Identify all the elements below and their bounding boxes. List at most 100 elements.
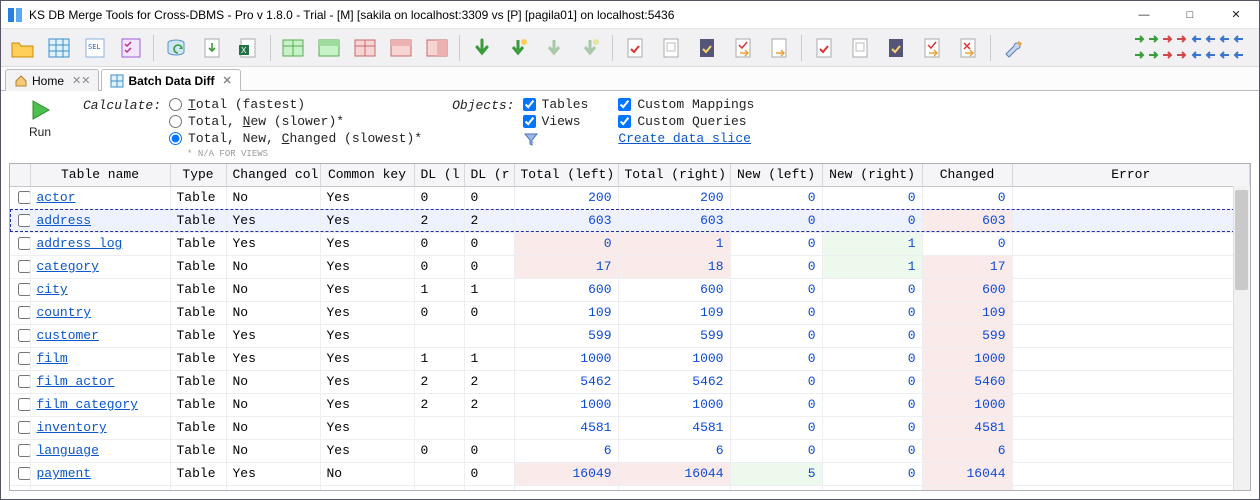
maximize-button[interactable]: □ [1167,1,1213,29]
arrow-cluster-icon[interactable] [1203,48,1217,62]
row-name-link[interactable]: address_log [30,232,170,255]
arrow-cluster-icon[interactable] [1231,32,1245,46]
checklist-icon[interactable] [115,32,147,64]
doc-check-icon[interactable] [619,32,651,64]
row-name-link[interactable]: city [30,278,170,301]
tab-home[interactable]: Home ✕✕ [5,69,99,91]
table-row[interactable]: customerTableYesYes59959900599 [10,324,1250,347]
row-name-link[interactable]: country [30,301,170,324]
row-checkbox[interactable] [10,255,30,278]
arrow-cluster-icon[interactable] [1161,32,1175,46]
arrow-cluster-icon[interactable] [1133,32,1147,46]
arrow-cluster-icon[interactable] [1133,48,1147,62]
col-error[interactable]: Error [1012,164,1250,186]
tables-icon[interactable] [43,32,75,64]
table-row[interactable]: film_actorTableNoYes2254625462005460 [10,370,1250,393]
row-checkbox[interactable] [10,324,30,347]
table-row[interactable]: categoryTableNoYes0017180117 [10,255,1250,278]
row-name-link[interactable]: actor [30,186,170,209]
arrow-down-gray-icon[interactable] [538,32,570,64]
filter-icon[interactable] [523,131,539,147]
arrow-cluster-icon[interactable] [1175,48,1189,62]
doc-blank-right-icon[interactable] [763,32,795,64]
db-refresh-icon[interactable] [160,32,192,64]
radio-total-new-changed[interactable]: Total, New, Changed (slowest)* [169,131,422,146]
row-name-link[interactable]: customer [30,324,170,347]
chk-custom-queries[interactable]: Custom Queries [618,114,754,129]
radio-total[interactable]: Total (fastest) [169,97,422,112]
doc-check-right-b-icon[interactable] [916,32,948,64]
row-checkbox[interactable] [10,347,30,370]
tab-pin-icon[interactable]: ✕✕ [72,74,90,87]
table-row[interactable]: actorTableNoYes00200200000 [10,186,1250,209]
col-dlr[interactable]: DL (r [464,164,514,186]
grid-red3-icon[interactable] [421,32,453,64]
sql-script-icon[interactable]: SEL [79,32,111,64]
grid-red2-icon[interactable] [385,32,417,64]
arrow-cluster-icon[interactable] [1189,32,1203,46]
col-dll[interactable]: DL (l [414,164,464,186]
row-name-link[interactable]: film_category [30,393,170,416]
col-changed-col[interactable]: Changed col [226,164,320,186]
col-total-left[interactable]: Total (left) [514,164,618,186]
tab-batch-diff[interactable]: Batch Data Diff ✕ [101,69,240,91]
export-doc-icon[interactable] [196,32,228,64]
row-name-link[interactable]: address [30,209,170,232]
row-name-link[interactable]: inventory [30,416,170,439]
open-folder-icon[interactable] [7,32,39,64]
table-row[interactable]: inventoryTableNoYes45814581004581 [10,416,1250,439]
chk-views[interactable]: Views [523,114,589,129]
table-row[interactable]: addressTableYesYes2260360300603 [10,209,1250,232]
row-checkbox[interactable] [10,232,30,255]
doc-blank-b-icon[interactable] [844,32,876,64]
doc-check-dark-b-icon[interactable] [880,32,912,64]
col-changed[interactable]: Changed [922,164,1012,186]
arrow-cluster-icon[interactable] [1175,32,1189,46]
row-name-link[interactable]: rental [30,485,170,491]
table-row[interactable]: cityTableNoYes1160060000600 [10,278,1250,301]
arrow-cluster-icon[interactable] [1203,32,1217,46]
row-checkbox[interactable] [10,439,30,462]
doc-check-dark-icon[interactable] [691,32,723,64]
row-checkbox[interactable] [10,393,30,416]
row-checkbox[interactable] [10,301,30,324]
arrow-down-gray2-icon[interactable] [574,32,606,64]
arrow-down-green2-icon[interactable] [502,32,534,64]
tab-close-icon[interactable]: ✕ [222,74,231,87]
table-row[interactable]: countryTableNoYes0010910900109 [10,301,1250,324]
create-slice-link[interactable]: Create data slice [618,131,754,146]
arrow-cluster-icon[interactable] [1147,48,1161,62]
minimize-button[interactable]: — [1121,1,1167,29]
scroll-thumb[interactable] [1235,190,1248,290]
doc-check-b-icon[interactable] [808,32,840,64]
col-name[interactable]: Table name [30,164,170,186]
row-name-link[interactable]: language [30,439,170,462]
arrow-down-green-icon[interactable] [466,32,498,64]
row-checkbox[interactable] [10,278,30,301]
row-checkbox[interactable] [10,209,30,232]
radio-total-new[interactable]: Total, New (slower)* [169,114,422,129]
row-name-link[interactable]: film_actor [30,370,170,393]
col-type[interactable]: Type [170,164,226,186]
col-new-left[interactable]: New (left) [730,164,822,186]
arrow-cluster-icon[interactable] [1161,48,1175,62]
chk-tables[interactable]: Tables [523,97,589,112]
table-row[interactable]: languageTableNoYes0066006 [10,439,1250,462]
col-common-key[interactable]: Common key [320,164,414,186]
row-checkbox[interactable] [10,370,30,393]
col-checkbox[interactable] [10,164,30,186]
arrow-cluster-icon[interactable] [1189,48,1203,62]
chk-custom-mappings[interactable]: Custom Mappings [618,97,754,112]
row-checkbox[interactable] [10,485,30,491]
run-button[interactable] [27,97,53,123]
doc-check-right-icon[interactable] [727,32,759,64]
row-checkbox[interactable] [10,186,30,209]
table-row[interactable]: rentalTableNoYes16044160440016044 [10,485,1250,491]
table-row[interactable]: address_logTableYesYes0001010 [10,232,1250,255]
row-checkbox[interactable] [10,416,30,439]
close-button[interactable]: ✕ [1213,1,1259,29]
grid-green-icon[interactable] [277,32,309,64]
arrow-cluster-icon[interactable] [1147,32,1161,46]
table-row[interactable]: paymentTableYesNo016049160445016044 [10,462,1250,485]
row-name-link[interactable]: payment [30,462,170,485]
